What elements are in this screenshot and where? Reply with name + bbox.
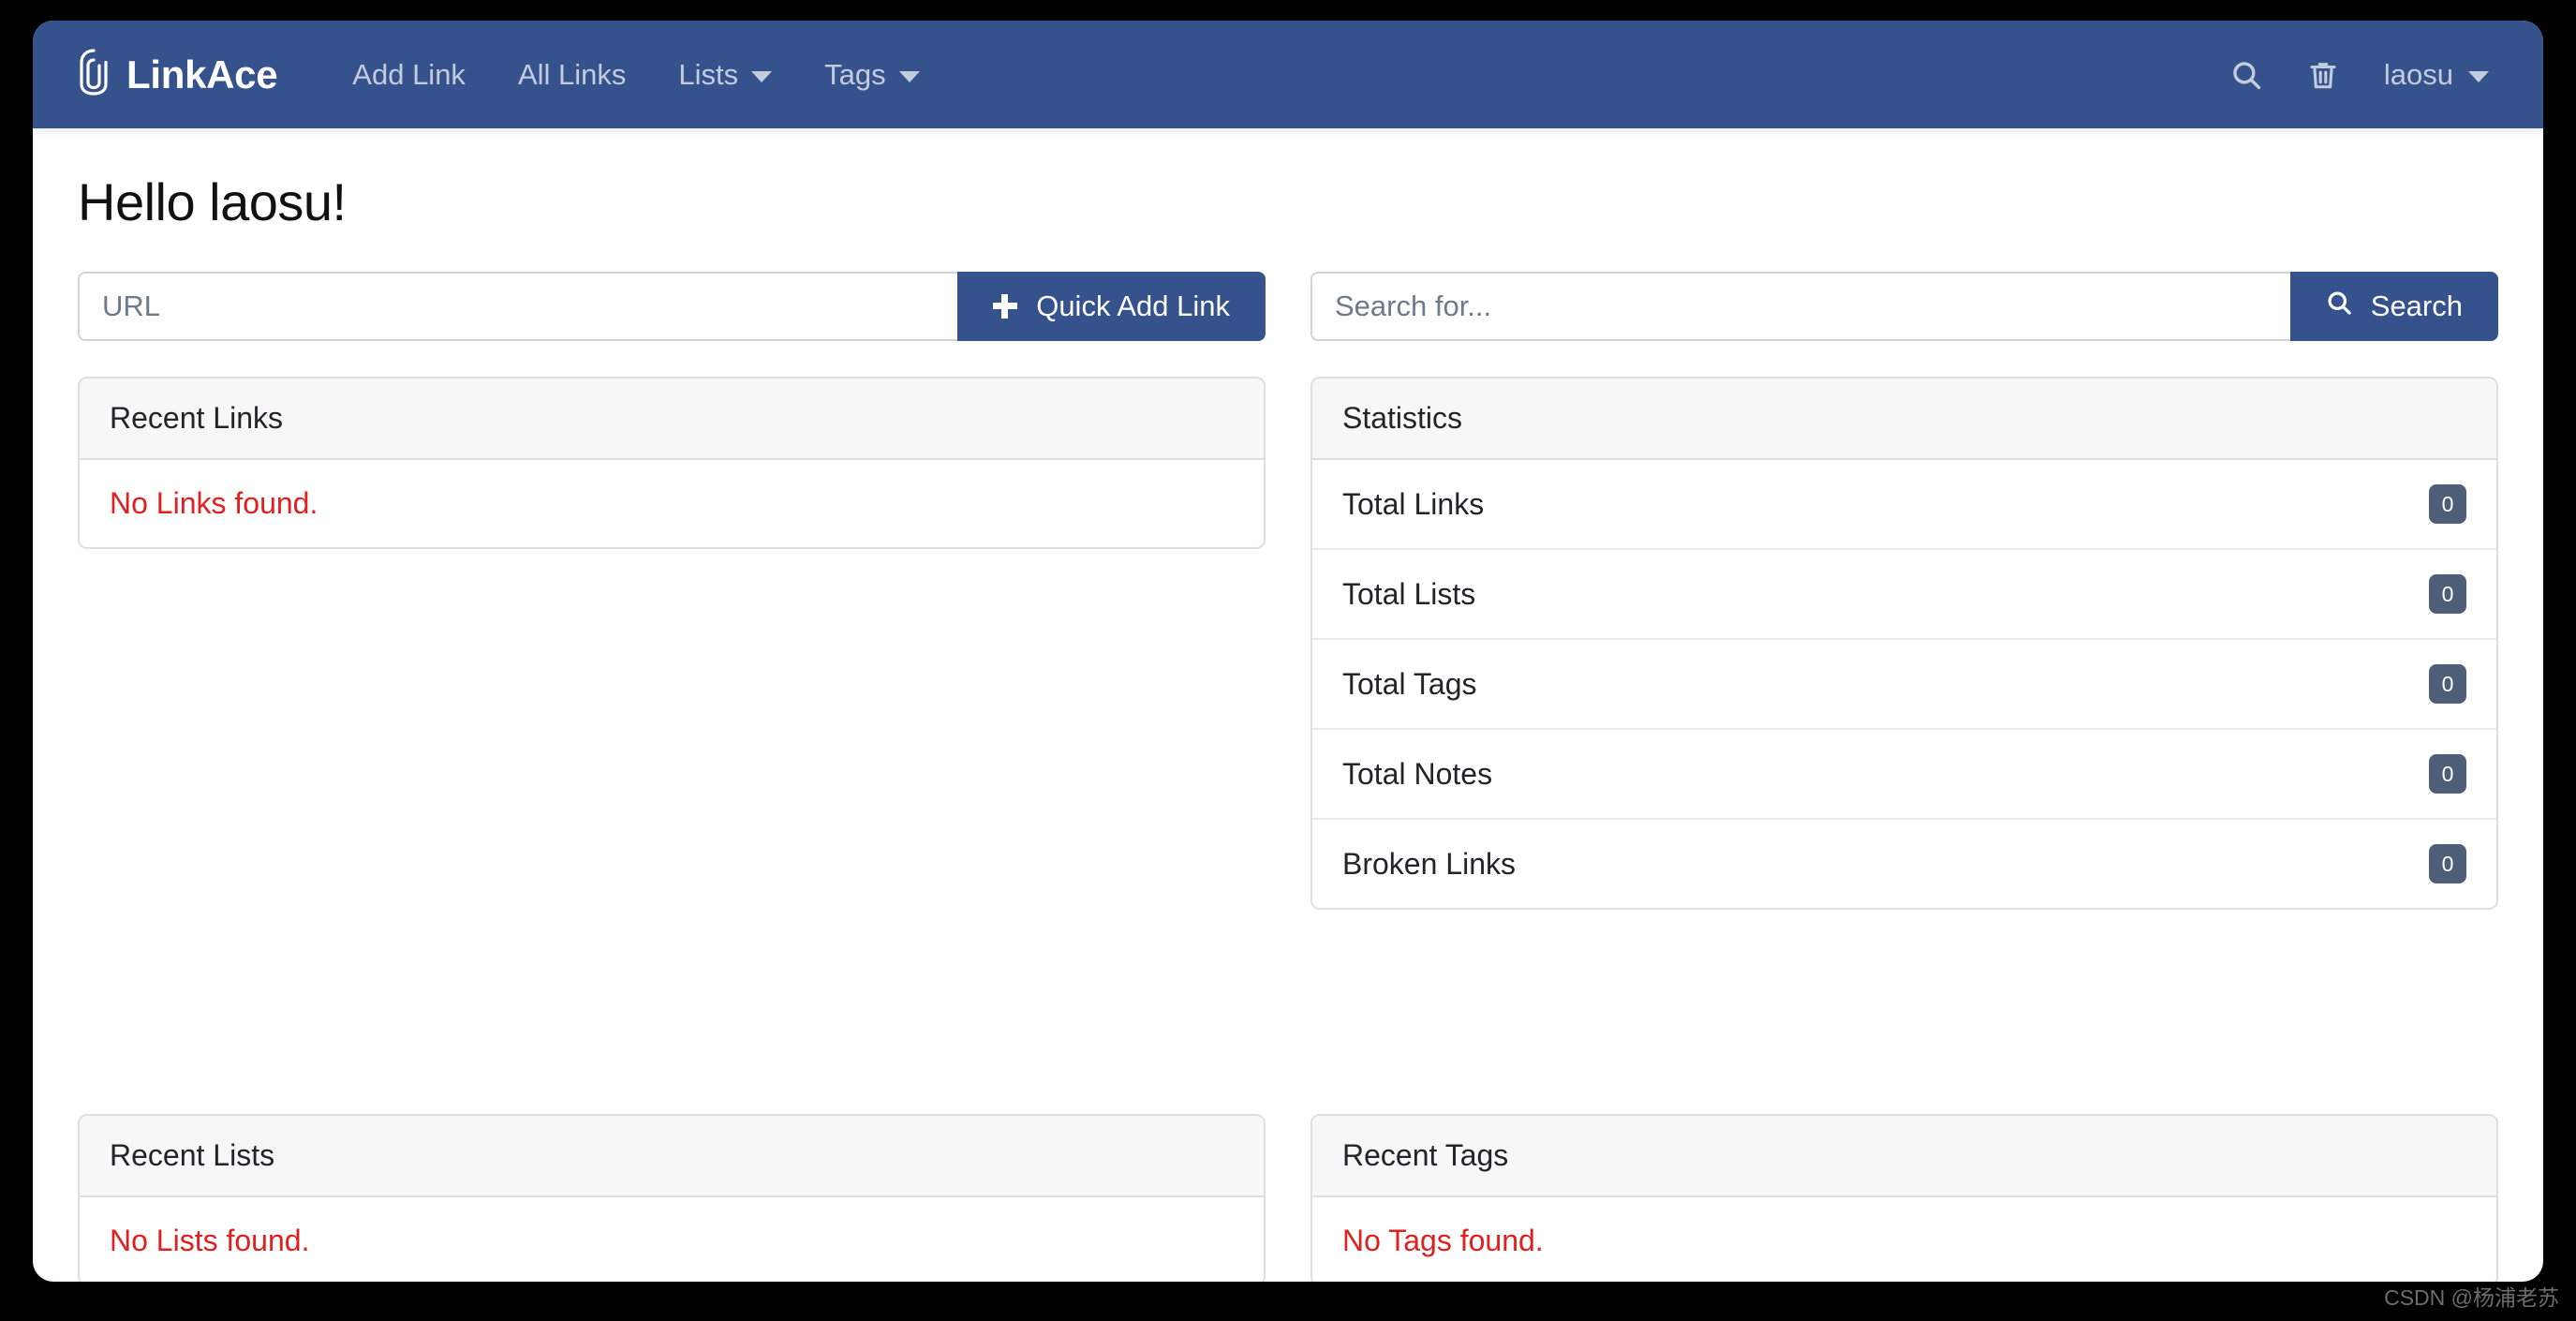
main-navbar: LinkAce Add Link All Links Lists Tags — [33, 21, 2543, 128]
search-form: Search — [1310, 272, 2498, 341]
status-badge: 0 — [2429, 574, 2466, 614]
quick-add-link-button[interactable]: Quick Add Link — [957, 272, 1266, 341]
navbar-right-actions: laosu — [2208, 45, 2498, 105]
recent-links-column: Recent Links No Links found. — [78, 341, 1266, 549]
recent-tags-column: Recent Tags No Tags found. — [1310, 1114, 2498, 1282]
status-badge: 0 — [2429, 844, 2466, 883]
stat-label: Total Lists — [1342, 577, 1475, 612]
nav-label: All Links — [518, 58, 626, 92]
csdn-watermark: CSDN @杨浦老苏 — [2384, 1280, 2559, 1312]
user-name: laosu — [2384, 58, 2453, 92]
primary-nav: Add Link All Links Lists Tags — [326, 45, 945, 105]
statistics-title: Statistics — [1312, 378, 2496, 460]
search-icon[interactable] — [2208, 50, 2285, 100]
quick-add-form: Quick Add Link — [78, 272, 1266, 341]
nav-item-tags[interactable]: Tags — [798, 45, 945, 105]
stat-label: Total Tags — [1342, 667, 1477, 702]
recent-lists-column: Recent Lists No Lists found. — [78, 1114, 1266, 1282]
recent-links-body: No Links found. — [80, 460, 1264, 547]
brand-logo-link[interactable]: LinkAce — [78, 47, 277, 102]
trash-icon[interactable] — [2285, 50, 2361, 100]
recent-links-title: Recent Links — [80, 378, 1264, 460]
recent-links-card: Recent Links No Links found. — [78, 377, 1266, 549]
recent-lists-empty-message: No Lists found. — [110, 1224, 309, 1257]
list-item: Total Links 0 — [1312, 460, 2496, 550]
recent-lists-title: Recent Lists — [80, 1116, 1264, 1197]
nav-label: Add Link — [352, 58, 466, 92]
status-badge: 0 — [2429, 754, 2466, 794]
top-forms-row: Quick Add Link Search — [78, 272, 2498, 341]
status-badge: 0 — [2429, 484, 2466, 524]
quick-add-label: Quick Add Link — [1036, 289, 1230, 323]
nav-label: Tags — [824, 58, 885, 92]
app-page: LinkAce Add Link All Links Lists Tags — [33, 21, 2543, 1282]
quick-add-column: Quick Add Link — [78, 272, 1266, 341]
list-item: Broken Links 0 — [1312, 820, 2496, 908]
nav-label: Lists — [678, 58, 738, 92]
url-input[interactable] — [78, 272, 957, 341]
page-title: Hello laosu! — [78, 171, 2498, 232]
search-label: Search — [2371, 289, 2463, 323]
recent-links-empty-message: No Links found. — [110, 486, 318, 520]
stat-label: Total Links — [1342, 487, 1484, 522]
main-content: Hello laosu! Quick Add Link — [33, 128, 2543, 1282]
chevron-down-icon — [899, 71, 920, 82]
nav-item-all-links[interactable]: All Links — [492, 45, 652, 105]
list-item: Total Notes 0 — [1312, 730, 2496, 820]
recent-lists-card: Recent Lists No Lists found. — [78, 1114, 1266, 1282]
paperclip-icon — [78, 47, 110, 102]
statistics-list: Total Links 0 Total Lists 0 Total Tags 0 — [1312, 460, 2496, 908]
stat-label: Broken Links — [1342, 847, 1516, 882]
recent-tags-body: No Tags found. — [1312, 1197, 2496, 1282]
user-menu[interactable]: laosu — [2361, 45, 2498, 105]
statistics-column: Statistics Total Links 0 Total Lists 0 T… — [1310, 341, 2498, 910]
cards-row-bottom: Recent Lists No Lists found. Recent Tags… — [78, 1114, 2498, 1282]
list-item: Total Tags 0 — [1312, 640, 2496, 730]
recent-tags-empty-message: No Tags found. — [1342, 1224, 1544, 1257]
recent-tags-card: Recent Tags No Tags found. — [1310, 1114, 2498, 1282]
search-column: Search — [1310, 272, 2498, 341]
cards-row-top: Recent Links No Links found. Statistics … — [78, 341, 2498, 910]
chevron-down-icon — [751, 71, 772, 82]
plus-icon — [993, 294, 1017, 319]
brand-text: LinkAce — [126, 52, 277, 97]
search-submit-button[interactable]: Search — [2290, 272, 2498, 341]
search-input[interactable] — [1310, 272, 2290, 341]
nav-item-lists[interactable]: Lists — [652, 45, 798, 105]
stat-label: Total Notes — [1342, 757, 1492, 792]
nav-item-add-link[interactable]: Add Link — [326, 45, 492, 105]
search-icon — [2326, 289, 2352, 323]
list-item: Total Lists 0 — [1312, 550, 2496, 640]
chevron-down-icon — [2468, 71, 2489, 82]
recent-lists-body: No Lists found. — [80, 1197, 1264, 1282]
recent-tags-title: Recent Tags — [1312, 1116, 2496, 1197]
statistics-card: Statistics Total Links 0 Total Lists 0 T… — [1310, 377, 2498, 910]
status-badge: 0 — [2429, 664, 2466, 704]
